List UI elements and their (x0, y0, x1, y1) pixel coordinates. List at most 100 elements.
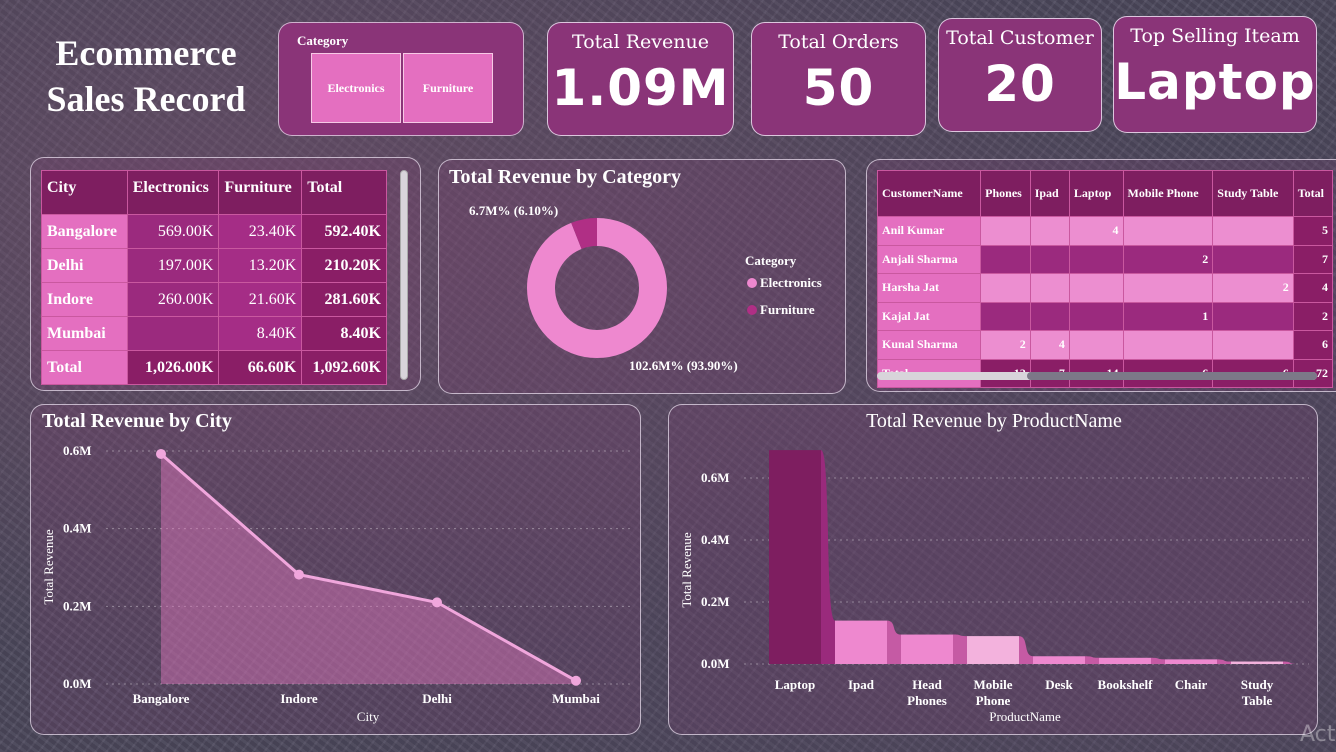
slicer-option-electronics[interactable]: Electronics (311, 53, 401, 123)
customer-matrix-card: CustomerName Phones Ipad Laptop Mobile P… (866, 159, 1336, 392)
y-tick-label: 0.0M (701, 656, 730, 671)
ribbon (887, 620, 901, 664)
kpi-revenue-value: 1.09M (551, 59, 730, 117)
mx-cell (1212, 330, 1294, 360)
bar[interactable] (967, 636, 1019, 664)
kpi-orders-label: Total Orders (778, 31, 899, 53)
donut-chart: 6.7M% (6.10%) 102.6M% (93.90%) Category … (469, 203, 822, 373)
data-point[interactable] (571, 675, 581, 686)
matrix-row[interactable]: Anjali Sharma 2 7 (876, 244, 1334, 274)
cell-electronics: 260.00K (126, 282, 220, 317)
table-row[interactable]: Indore 260.00K 21.60K 281.60K (41, 282, 387, 317)
table-row[interactable]: Mumbai 8.40K 8.40K (41, 316, 387, 351)
y-tick-label: 0.2M (63, 598, 92, 613)
cell-electronics: 197.00K (126, 248, 220, 283)
mx-header-total[interactable]: Total (1292, 170, 1334, 217)
col-header-city[interactable]: City (41, 170, 128, 215)
matrix-header-row: CustomerName Phones Ipad Laptop Mobile P… (876, 170, 1334, 217)
bar[interactable] (1165, 659, 1217, 664)
city-table-scrollbar[interactable] (400, 170, 408, 380)
bar[interactable] (901, 634, 953, 664)
bar[interactable] (769, 450, 821, 664)
table-header-row: City Electronics Furniture Total (41, 170, 387, 215)
mx-cell (980, 216, 1031, 246)
bar[interactable] (1033, 656, 1085, 664)
mx-cell-name: Kajal Jat (876, 301, 982, 331)
cell-city: Mumbai (41, 316, 128, 351)
kpi-total-orders: Total Orders 50 (751, 22, 926, 136)
ribbon (1019, 636, 1033, 664)
mx-cell (1029, 273, 1070, 303)
cell-furniture: 23.40K (218, 214, 303, 249)
mx-cell (980, 244, 1031, 274)
mx-cell: 2 (980, 330, 1031, 360)
mx-cell (1029, 301, 1070, 331)
mx-header-customer[interactable]: CustomerName (876, 170, 982, 217)
ribbon (1151, 657, 1165, 664)
col-header-furniture[interactable]: Furniture (218, 170, 303, 215)
kpi-customer-value: 20 (984, 55, 1056, 113)
mx-cell (1122, 273, 1214, 303)
mx-cell: 2 (1122, 244, 1214, 274)
table-row[interactable]: Delhi 197.00K 13.20K 210.20K (41, 248, 387, 283)
y-tick-label: 0.0M (63, 676, 92, 691)
col-header-total[interactable]: Total (301, 170, 387, 215)
x-tick-label: Ipad (848, 677, 875, 692)
col-header-electronics[interactable]: Electronics (126, 170, 220, 215)
mx-header-laptop[interactable]: Laptop (1068, 170, 1124, 217)
mx-cell (1068, 273, 1124, 303)
kpi-top-selling: Top Selling Iteam Laptop (1113, 16, 1317, 133)
mx-header-phones[interactable]: Phones (980, 170, 1031, 217)
city-table: City Electronics Furniture Total Bangalo… (41, 170, 387, 385)
x-tick-label: Head (912, 677, 942, 692)
cell-city: Delhi (41, 248, 128, 283)
customer-matrix: CustomerName Phones Ipad Laptop Mobile P… (876, 170, 1334, 388)
x-tick-label: Laptop (775, 677, 815, 692)
mx-cell-total: 4 (1292, 273, 1334, 303)
legend-dot-furniture (747, 305, 757, 315)
table-total-row: Total 1,026.00K 66.60K 1,092.60K (41, 350, 387, 385)
x-tick-label: Indore (280, 691, 318, 706)
y-axis-label: Total Revenue (679, 532, 694, 607)
mx-cell-total: 2 (1292, 301, 1334, 331)
mx-cell (1068, 244, 1124, 274)
category-slicer: Category Electronics Furniture (278, 22, 524, 136)
mx-cell: 2 (1212, 273, 1294, 303)
table-row[interactable]: Bangalore 569.00K 23.40K 592.40K (41, 214, 387, 249)
area-fill (161, 453, 576, 684)
kpi-revenue-label: Total Revenue (572, 31, 709, 53)
mx-cell: 4 (1068, 216, 1124, 246)
mx-cell (1212, 301, 1294, 331)
y-tick-label: 0.4M (701, 532, 730, 547)
data-point[interactable] (156, 448, 166, 459)
mx-header-mobile[interactable]: Mobile Phone (1122, 170, 1214, 217)
cell-total: 1,092.60K (301, 350, 387, 385)
city-chart-card: Total Revenue by City 0.0M 0.2M 0.4M 0.6M Ba… (30, 404, 641, 735)
mx-header-ipad[interactable]: Ipad (1029, 170, 1070, 217)
mx-header-study[interactable]: Study Table (1212, 170, 1294, 217)
mx-cell: 4 (1029, 330, 1070, 360)
cell-furniture: 66.60K (218, 350, 303, 385)
donut-slice-electronics[interactable] (527, 218, 667, 358)
matrix-h-scroll-thumb[interactable] (1027, 372, 1317, 380)
matrix-row[interactable]: Kajal Jat 1 2 (876, 301, 1334, 331)
cell-city: Bangalore (41, 214, 128, 249)
legend-label-furniture[interactable]: Furniture (760, 302, 815, 317)
watermark-text: Act (1300, 722, 1336, 747)
kpi-total-customer: Total Customer 20 (938, 18, 1102, 132)
y-tick-label: 0.6M (63, 443, 92, 458)
bar[interactable] (1099, 657, 1151, 664)
matrix-row[interactable]: Harsha Jat 2 4 (876, 273, 1334, 303)
slicer-option-furniture[interactable]: Furniture (403, 53, 493, 123)
bar[interactable] (835, 620, 887, 664)
matrix-row[interactable]: Anil Kumar 4 5 (876, 216, 1334, 246)
data-point[interactable] (432, 597, 442, 608)
matrix-row[interactable]: Kunal Sharma 2 4 6 (876, 330, 1334, 360)
cell-furniture: 13.20K (218, 248, 303, 283)
bar[interactable] (1231, 661, 1283, 664)
legend-label-electronics[interactable]: Electronics (760, 275, 822, 290)
x-tick-label: Mobile (974, 677, 1013, 692)
data-point[interactable] (294, 569, 304, 580)
mx-cell (1029, 244, 1070, 274)
cell-total: 8.40K (301, 316, 387, 351)
